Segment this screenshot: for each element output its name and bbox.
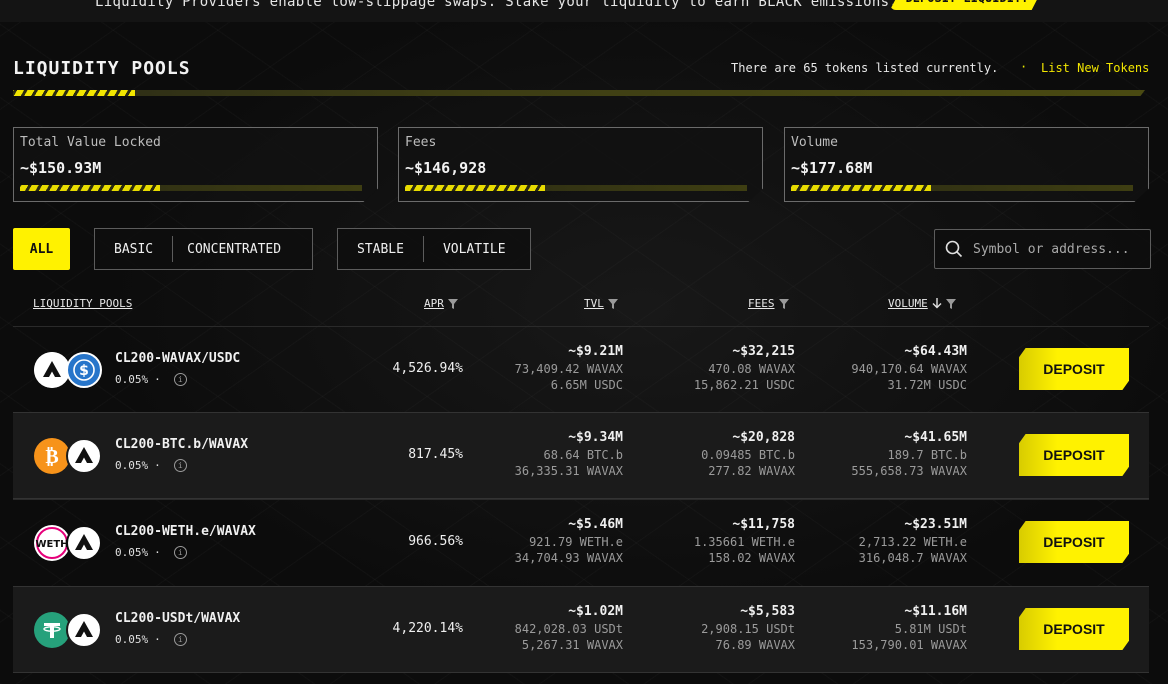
volume-cell: ~$64.43M 940,170.64 WAVAX 31.72M USDC bbox=[851, 344, 967, 392]
filter-stable-button[interactable]: STABLE bbox=[338, 236, 423, 262]
stat-card-tvl: Total Value Locked ~$150.93M bbox=[13, 127, 378, 202]
bitcoin-icon: ₿ bbox=[34, 438, 70, 474]
header-fees[interactable]: FEES bbox=[748, 297, 789, 310]
top-banner: Liquidity Providers enable low-slippage … bbox=[0, 0, 1168, 22]
banner-text: Liquidity Providers enable low-slippage … bbox=[95, 0, 899, 10]
search-box bbox=[934, 229, 1151, 269]
stat-label: Total Value Locked bbox=[20, 135, 161, 150]
title-stripe-bar bbox=[13, 90, 1145, 96]
stat-card-volume: Volume ~$177.68M bbox=[784, 127, 1149, 202]
stability-filter-group: STABLE VOLATILE bbox=[337, 228, 531, 270]
svg-text:$: $ bbox=[79, 363, 89, 379]
filter-icon[interactable] bbox=[447, 298, 458, 309]
info-icon[interactable]: i bbox=[173, 459, 187, 472]
pool-type-filter-group: BASIC CONCENTRATED bbox=[94, 228, 313, 270]
info-icon[interactable]: i bbox=[173, 633, 187, 646]
pool-fee: 0.05% · i bbox=[115, 546, 187, 559]
sort-desc-icon[interactable] bbox=[932, 298, 942, 309]
avalanche-icon bbox=[66, 438, 102, 474]
info-icon[interactable]: i bbox=[173, 546, 187, 559]
fees-cell: ~$11,758 1.35661 WETH.e 158.02 WAVAX bbox=[693, 517, 795, 565]
avalanche-icon bbox=[34, 352, 70, 388]
page-title: LIQUIDITY POOLS bbox=[13, 58, 191, 79]
table-row[interactable]: WETH CL200-WETH.e/WAVAX 0.05% · i 966.56% … bbox=[13, 499, 1149, 585]
tether-icon bbox=[34, 612, 70, 648]
filter-concentrated-button[interactable]: CONCENTRATED bbox=[173, 236, 295, 262]
table-row[interactable]: CL200-USDt/WAVAX 0.05% · i 4,220.14% ~$1.0… bbox=[13, 586, 1149, 673]
pool-fee: 0.05% · i bbox=[115, 373, 187, 386]
stat-value: ~$177.68M bbox=[791, 159, 873, 177]
info-icon[interactable]: i bbox=[173, 373, 187, 386]
avalanche-icon bbox=[66, 525, 102, 561]
tvl-cell: ~$9.34M 68.64 BTC.b 36,335.31 WAVAX bbox=[514, 430, 623, 478]
deposit-liquidity-button[interactable]: DEPOSIT LIQUIDITY bbox=[890, 0, 1044, 10]
usdc-icon: $ bbox=[66, 352, 102, 388]
stat-card-fees: Fees ~$146,928 bbox=[398, 127, 763, 202]
pool-fee: 0.05% · i bbox=[115, 633, 187, 646]
table-row[interactable]: $ CL200-WAVAX/USDC 0.05% · i 4,526.94% ~$9… bbox=[13, 326, 1149, 412]
apr-value: 817.45% bbox=[408, 447, 463, 462]
apr-value: 966.56% bbox=[408, 534, 463, 549]
header-separator: · bbox=[1020, 60, 1028, 74]
volume-cell: ~$11.16M 5.81M USDt 153,790.01 WAVAX bbox=[851, 604, 967, 652]
tvl-cell: ~$5.46M 921.79 WETH.e 34,704.93 WAVAX bbox=[514, 517, 623, 565]
svg-text:WETH: WETH bbox=[35, 539, 68, 550]
tvl-cell: ~$9.21M 73,409.42 WAVAX 6.65M USDC bbox=[514, 344, 623, 392]
weth-icon: WETH bbox=[34, 525, 70, 561]
header-liquidity-pools[interactable]: LIQUIDITY POOLS bbox=[33, 297, 132, 310]
table-row[interactable]: ₿ CL200-BTC.b/WAVAX 0.05% · i 817.45% ~$9.… bbox=[13, 412, 1149, 499]
list-new-tokens-link[interactable]: List New Tokens bbox=[1041, 61, 1149, 75]
volume-cell: ~$23.51M 2,713.22 WETH.e 316,048.7 WAVAX bbox=[858, 517, 967, 565]
apr-value: 4,220.14% bbox=[392, 621, 463, 636]
filter-basic-button[interactable]: BASIC bbox=[95, 236, 172, 262]
stat-value: ~$150.93M bbox=[20, 159, 102, 177]
filter-volatile-button[interactable]: VOLATILE bbox=[424, 236, 525, 262]
deposit-button[interactable]: DEPOSIT bbox=[1019, 348, 1129, 390]
search-input[interactable] bbox=[973, 241, 1145, 257]
tvl-cell: ~$1.02M 842,028.03 USDt 5,267.31 WAVAX bbox=[514, 604, 623, 652]
pool-name: CL200-BTC.b/WAVAX bbox=[115, 437, 249, 452]
pool-name: CL200-USDt/WAVAX bbox=[115, 611, 241, 626]
filter-icon[interactable] bbox=[945, 298, 956, 309]
filter-icon[interactable] bbox=[778, 298, 789, 309]
fees-cell: ~$20,828 0.09485 BTC.b 277.82 WAVAX bbox=[701, 430, 795, 478]
stat-value: ~$146,928 bbox=[405, 159, 487, 177]
tokens-count-note: There are 65 tokens listed currently. bbox=[731, 61, 999, 75]
fees-cell: ~$5,583 2,908.15 USDt 76.89 WAVAX bbox=[701, 604, 795, 652]
stat-label: Volume bbox=[791, 135, 838, 150]
search-icon bbox=[945, 240, 963, 258]
header-tvl[interactable]: TVL bbox=[584, 297, 618, 310]
avalanche-icon bbox=[66, 612, 102, 648]
stat-label: Fees bbox=[405, 135, 437, 150]
pool-fee: 0.05% · i bbox=[115, 459, 187, 472]
svg-text:₿: ₿ bbox=[45, 444, 58, 468]
deposit-button[interactable]: DEPOSIT bbox=[1019, 608, 1129, 650]
pool-name: CL200-WAVAX/USDC bbox=[115, 351, 241, 366]
apr-value: 4,526.94% bbox=[392, 361, 463, 376]
pool-name: CL200-WETH.e/WAVAX bbox=[115, 524, 256, 539]
filter-icon[interactable] bbox=[607, 298, 618, 309]
deposit-button[interactable]: DEPOSIT bbox=[1019, 521, 1129, 563]
filter-all-button[interactable]: ALL bbox=[13, 228, 70, 270]
fees-cell: ~$32,215 470.08 WAVAX 15,862.21 USDC bbox=[693, 344, 795, 392]
volume-cell: ~$41.65M 189.7 BTC.b 555,658.73 WAVAX bbox=[851, 430, 967, 478]
header-volume[interactable]: VOLUME bbox=[888, 297, 956, 310]
deposit-button[interactable]: DEPOSIT bbox=[1019, 434, 1129, 476]
header-apr[interactable]: APR bbox=[424, 297, 458, 310]
